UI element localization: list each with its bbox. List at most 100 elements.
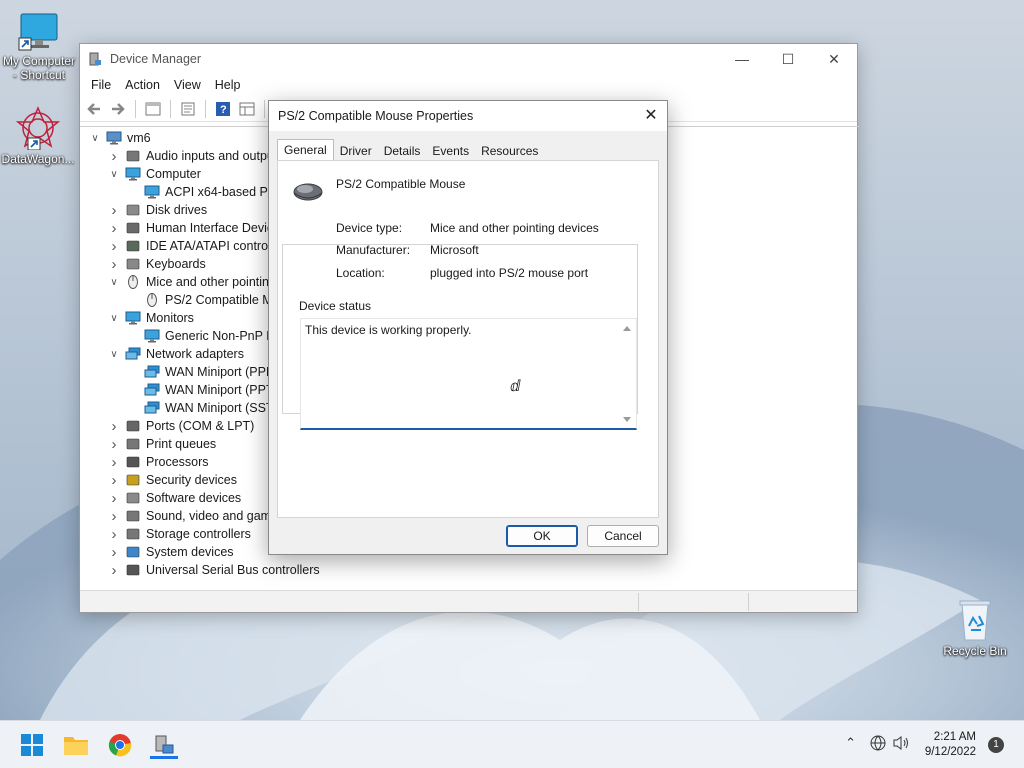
help-icon[interactable]: ? bbox=[213, 100, 233, 118]
mouse-device-icon bbox=[293, 183, 323, 201]
tab-resources[interactable]: Resources bbox=[475, 141, 544, 161]
console-tree-icon[interactable] bbox=[143, 100, 163, 118]
tree-item-label: Monitors bbox=[146, 311, 194, 325]
chevron-right-icon[interactable]: › bbox=[107, 148, 121, 165]
chevron-right-icon[interactable]: › bbox=[107, 544, 121, 561]
chevron-right-icon[interactable]: › bbox=[107, 256, 121, 273]
desktop-icon-recycle-bin[interactable]: Recycle Bin bbox=[937, 598, 1013, 658]
dialog-title: PS/2 Compatible Mouse Properties bbox=[278, 109, 474, 123]
chevron-right-icon[interactable]: › bbox=[107, 436, 121, 453]
menu-file[interactable]: File bbox=[84, 78, 118, 92]
chevron-right-icon[interactable]: › bbox=[107, 202, 121, 219]
tab-general[interactable]: General bbox=[277, 139, 334, 161]
chevron-down-icon[interactable]: ∨ bbox=[107, 349, 121, 360]
status-scrollbar[interactable] bbox=[620, 321, 634, 427]
tree-item-label: Processors bbox=[146, 455, 209, 469]
tree-item-label: Disk drives bbox=[146, 203, 208, 217]
tree-item-label: Security devices bbox=[146, 473, 238, 487]
ide-icon bbox=[125, 239, 141, 253]
desktop-icon-label: My Computer - Shortcut bbox=[2, 54, 76, 82]
tree-item-label: Ports (COM & LPT) bbox=[146, 419, 255, 433]
monitor-shortcut-icon bbox=[18, 13, 58, 51]
menu-view[interactable]: View bbox=[167, 78, 208, 92]
hid-icon bbox=[125, 221, 141, 235]
chevron-right-icon[interactable]: › bbox=[107, 526, 121, 543]
device-status-text: This device is working properly. bbox=[305, 323, 472, 337]
chevron-down-icon[interactable]: ∨ bbox=[107, 313, 121, 324]
tree-item-label: Keyboards bbox=[146, 257, 206, 271]
notification-badge[interactable]: 1 bbox=[988, 737, 1004, 753]
forward-arrow-icon[interactable] bbox=[108, 100, 128, 118]
tree-item-label: Storage controllers bbox=[146, 527, 251, 541]
printer-icon bbox=[125, 437, 141, 451]
usb-icon bbox=[125, 563, 141, 577]
device-name: PS/2 Compatible Mouse bbox=[336, 177, 466, 191]
clock[interactable]: 2:21 AM 9/12/2022 bbox=[925, 730, 976, 760]
volume-icon[interactable] bbox=[892, 735, 910, 754]
chevron-right-icon[interactable]: › bbox=[107, 238, 121, 255]
file-explorer-icon[interactable] bbox=[62, 731, 90, 759]
properties-icon[interactable] bbox=[178, 100, 198, 118]
tree-item-label: Human Interface Devices bbox=[146, 221, 287, 235]
chevron-right-icon[interactable]: › bbox=[107, 508, 121, 525]
tab-driver[interactable]: Driver bbox=[334, 141, 378, 161]
menu-help[interactable]: Help bbox=[208, 78, 248, 92]
computer-icon bbox=[106, 131, 122, 145]
tab-events[interactable]: Events bbox=[426, 141, 475, 161]
device-status-label: Device status bbox=[297, 299, 374, 313]
mouse-icon bbox=[144, 293, 160, 307]
monitor-icon bbox=[144, 329, 160, 343]
network-icon bbox=[144, 383, 160, 397]
chevron-down-icon[interactable]: ∨ bbox=[107, 169, 121, 180]
tree-item-label: Universal Serial Bus controllers bbox=[146, 563, 320, 577]
device-manager-icon bbox=[89, 52, 101, 66]
chevron-right-icon[interactable]: › bbox=[107, 490, 121, 507]
mouse-icon bbox=[125, 275, 141, 289]
device-manager-titlebar[interactable]: Device Manager — ☐ ✕ bbox=[80, 44, 857, 74]
system-icon bbox=[125, 545, 141, 559]
dialog-close-button[interactable]: ✕ bbox=[641, 106, 661, 126]
chevron-up-icon[interactable]: ⌃ bbox=[845, 735, 856, 751]
close-button[interactable]: ✕ bbox=[811, 44, 857, 74]
chevron-right-icon[interactable]: › bbox=[107, 562, 121, 579]
tab-details[interactable]: Details bbox=[378, 141, 427, 161]
menu-bar: File Action View Help bbox=[80, 74, 857, 96]
view-icon[interactable] bbox=[237, 100, 257, 118]
device-type-label: Device type: bbox=[336, 221, 403, 235]
monitor-icon bbox=[125, 311, 141, 325]
datawagon-shortcut-icon bbox=[16, 106, 60, 150]
monitor-icon bbox=[125, 167, 141, 181]
chevron-right-icon[interactable]: › bbox=[107, 418, 121, 435]
keyboard-icon bbox=[125, 257, 141, 271]
desktop-icon-my-computer[interactable]: My Computer - Shortcut bbox=[1, 12, 77, 82]
network-globe-icon[interactable] bbox=[870, 735, 886, 754]
chevron-down-icon[interactable]: ∨ bbox=[88, 133, 102, 144]
ok-button[interactable]: OK bbox=[506, 525, 578, 547]
chevron-right-icon[interactable]: › bbox=[107, 220, 121, 237]
start-icon[interactable] bbox=[18, 731, 46, 759]
network-icon bbox=[144, 365, 160, 379]
tree-item[interactable]: › Universal Serial Bus controllers bbox=[80, 561, 859, 579]
monitor-icon bbox=[144, 185, 160, 199]
dialog-titlebar[interactable]: PS/2 Compatible Mouse Properties bbox=[269, 101, 667, 131]
device-type-value: Mice and other pointing devices bbox=[430, 221, 599, 235]
maximize-button[interactable]: ☐ bbox=[765, 44, 811, 74]
port-icon bbox=[125, 419, 141, 433]
speaker-icon bbox=[125, 149, 141, 163]
tree-item-label: Computer bbox=[146, 167, 201, 181]
software-icon bbox=[125, 491, 141, 505]
tree-item-label: Audio inputs and outputs bbox=[146, 149, 284, 163]
cancel-button[interactable]: Cancel bbox=[587, 525, 659, 547]
menu-action[interactable]: Action bbox=[118, 78, 167, 92]
chrome-icon[interactable] bbox=[106, 731, 134, 759]
network-icon bbox=[125, 347, 141, 361]
device-manager-icon[interactable] bbox=[150, 731, 178, 759]
minimize-button[interactable]: — bbox=[719, 44, 765, 74]
chevron-down-icon[interactable]: ∨ bbox=[107, 277, 121, 288]
desktop-icon-datawagon[interactable]: DataWagon... bbox=[0, 106, 76, 166]
status-bar bbox=[80, 590, 857, 612]
chevron-right-icon[interactable]: › bbox=[107, 472, 121, 489]
chevron-right-icon[interactable]: › bbox=[107, 454, 121, 471]
back-arrow-icon[interactable] bbox=[84, 100, 104, 118]
device-status-textbox[interactable]: This device is working properly. bbox=[300, 318, 637, 430]
